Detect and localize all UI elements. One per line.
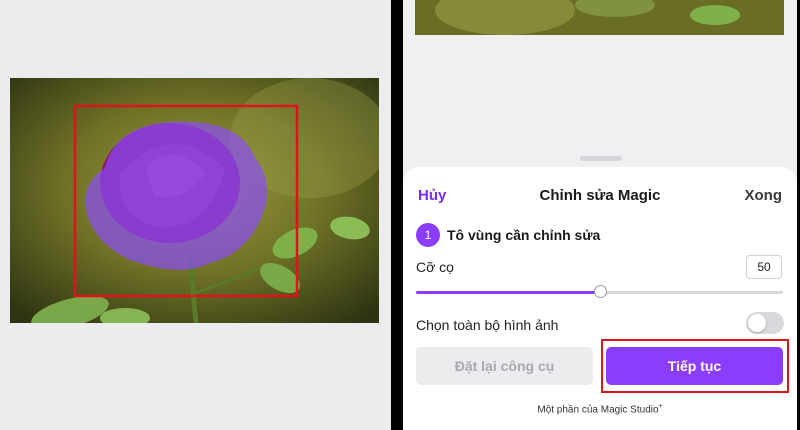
footer-mark: + — [658, 403, 663, 410]
done-button[interactable]: Xong — [745, 187, 783, 204]
continue-highlight-box — [601, 339, 789, 393]
step-label: Tô vùng cần chỉnh sửa — [447, 227, 601, 243]
sheet-title: Chỉnh sửa Magic — [539, 187, 661, 204]
rose-photo[interactable] — [10, 78, 379, 323]
footer-note: Một phần của Magic Studio+ — [403, 403, 797, 415]
select-all-label: Chọn toàn bộ hình ảnh — [416, 317, 559, 333]
toggle-knob — [748, 314, 766, 332]
select-all-toggle[interactable] — [746, 312, 784, 334]
step-number-badge: 1 — [416, 223, 440, 247]
brush-size-slider[interactable] — [416, 285, 783, 298]
drag-handle[interactable] — [580, 156, 622, 161]
brush-size-input[interactable]: 50 — [746, 255, 782, 279]
image-canvas-panel — [0, 0, 391, 430]
footer-text: Một phần của Magic Studio — [537, 404, 659, 416]
brush-size-label: Cỡ cọ — [416, 259, 454, 275]
bottom-sheet: Hủy Chỉnh sửa Magic Xong 1 Tô vùng cần c… — [403, 167, 797, 430]
rose-photo-preview — [415, 0, 784, 35]
slider-thumb[interactable] — [594, 285, 607, 298]
slider-fill — [416, 291, 600, 294]
reset-tool-button[interactable]: Đặt lại công cụ — [416, 347, 593, 385]
magic-edit-panel: Hủy Chỉnh sửa Magic Xong 1 Tô vùng cần c… — [403, 0, 797, 430]
